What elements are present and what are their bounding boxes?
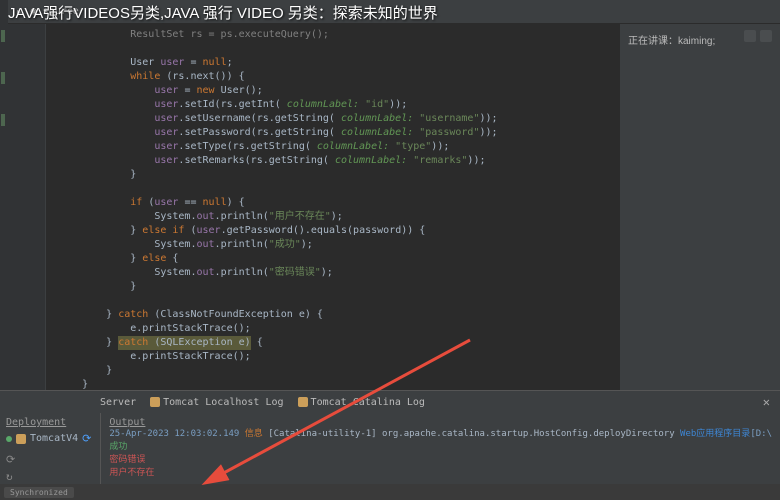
deploy-action-icon[interactable]: ↻ [6,470,94,483]
side-chip[interactable] [760,30,772,42]
side-chip[interactable] [744,30,756,42]
tomcat-icon [150,397,160,407]
title-overlay: JAVA强行VIDEOS另类,JAVA 强行 VIDEO 另类：探索未知的世界 [8,2,772,23]
log-line: 用户不存在 [109,467,772,480]
output-header: Output [109,417,772,428]
code-editor[interactable]: ResultSet rs = ps.executeQuery(); User u… [46,24,620,390]
server-tab[interactable]: Server [100,397,136,408]
deployment-header: Deployment [6,417,94,428]
catalina-log-tab[interactable]: Tomcat Catalina Log [298,397,425,408]
line-gutter [8,24,46,414]
tomcat-icon [298,397,308,407]
log-line: 25-Apr-2023 12:03:02.149 信息 [Catalina-ut… [109,428,772,441]
log-line: 成功 [109,441,772,454]
restart-icon[interactable]: ⟳ [82,432,91,445]
local-log-tab[interactable]: Tomcat Localhost Log [150,397,283,408]
status-bar: Synchronized [0,484,780,500]
deploy-action-icon[interactable]: ⟳ [6,453,94,466]
output-section: Output 25-Apr-2023 12:03:02.149 信息 [Cata… [101,413,780,485]
status-dot-icon [6,436,12,442]
deployment-item[interactable]: TomcatV4 ⟳ [6,432,94,445]
run-panel: Server Tomcat Localhost Log Tomcat Catal… [0,390,780,484]
tomcat-icon [16,434,26,444]
log-line: 密码错误 [109,454,772,467]
deployment-section: Deployment TomcatV4 ⟳ ⟳ ↻ [0,413,101,485]
sync-badge: Synchronized [4,487,74,498]
close-icon[interactable]: ✕ [763,395,770,409]
